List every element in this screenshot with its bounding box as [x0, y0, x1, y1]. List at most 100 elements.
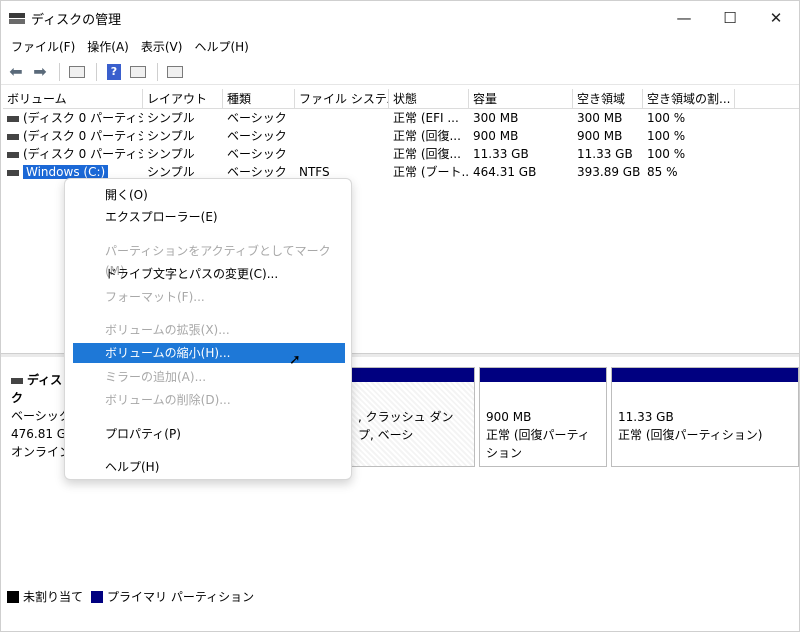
type-cell: ベーシック [227, 147, 287, 161]
column-header-layout[interactable]: レイアウト [143, 89, 223, 108]
status-cell: 正常 (EFI ... [393, 111, 459, 125]
menu-help[interactable]: ヘルプ(H) [188, 36, 254, 57]
type-cell: ベーシック [227, 111, 287, 125]
volume-cell: (ディスク 0 パーティショ... [3, 109, 143, 127]
window-title: ディスクの管理 [31, 12, 122, 28]
minimize-button[interactable]: — [661, 1, 707, 35]
column-header-free-percent[interactable]: 空き領域の割... [643, 89, 735, 108]
volume-name: (ディスク 0 パーティショ... [23, 147, 143, 161]
menu-item-format[interactable]: フォーマット(F)... [73, 287, 345, 307]
layout-cell: シンプル [147, 129, 195, 143]
status-cell: 正常 (回復... [393, 129, 461, 143]
toolbar: ⬅ ➡ ? [1, 59, 799, 85]
partition-size: 11.33 GB [618, 410, 674, 424]
table-row[interactable]: (ディスク 0 パーティショ... シンプル ベーシック 正常 (EFI ...… [3, 109, 799, 127]
properties-icon[interactable] [127, 61, 149, 83]
volume-list-icon[interactable] [66, 61, 88, 83]
toolbar-separator [59, 62, 60, 81]
volume-cell: (ディスク 0 パーティショ... [3, 145, 143, 163]
free-percent-cell: 100 % [647, 129, 686, 143]
primary-swatch [91, 590, 104, 603]
volume-icon [7, 133, 19, 140]
volume-name: (ディスク 0 パーティショ... [23, 129, 143, 143]
partition-bar [480, 368, 606, 382]
partition-status: , クラッシュ ダンプ, ベーシ [358, 410, 454, 442]
free-space-cell: 393.89 GB [577, 165, 641, 179]
menu-item-explorer[interactable]: エクスプローラー(E) [73, 207, 345, 227]
partition-bar [352, 368, 474, 382]
menu-item-extend-volume[interactable]: ボリュームの拡張(X)... [73, 320, 345, 340]
partition-recovery-11gb[interactable]: 11.33 GB 正常 (回復パーティション) [611, 367, 799, 467]
partition-size: 900 MB [486, 410, 532, 424]
capacity-cell: 900 MB [473, 129, 519, 143]
free-percent-cell: 85 % [647, 165, 678, 179]
menu-item-help[interactable]: ヘルプ(H) [73, 457, 345, 477]
menu-action[interactable]: 操作(A) [81, 36, 135, 57]
volume-name: (ディスク 0 パーティショ... [23, 111, 143, 125]
menu-bar: ファイル(F) 操作(A) 表示(V) ヘルプ(H) [1, 35, 799, 57]
disk-icon [11, 377, 23, 384]
menu-item-shrink-volume[interactable]: ボリュームの縮小(H)... [73, 343, 345, 363]
status-cell: 正常 (回復... [393, 147, 461, 161]
menu-file[interactable]: ファイル(F) [5, 36, 81, 57]
free-percent-cell: 100 % [647, 111, 686, 125]
console-icon[interactable] [164, 61, 186, 83]
mouse-cursor-icon: ➚ [289, 352, 301, 368]
volume-name-selected: Windows (C:) [23, 165, 109, 179]
disk-size: 476.81 GI [11, 427, 70, 441]
maximize-button[interactable]: ☐ [707, 1, 753, 35]
menu-item-mark-active[interactable]: パーティションをアクティブとしてマーク(M) [73, 241, 345, 278]
capacity-cell: 464.31 GB [473, 165, 537, 179]
volume-list-header: ボリューム レイアウト 種類 ファイル システム 状態 容量 空き領域 空き領域… [3, 89, 799, 109]
layout-cell: シンプル [147, 111, 195, 125]
partition-windows-c[interactable]: , クラッシュ ダンプ, ベーシ [351, 367, 475, 467]
column-header-free-space[interactable]: 空き領域 [573, 89, 643, 108]
layout-cell: シンプル [147, 147, 195, 161]
volume-icon [7, 115, 19, 122]
unallocated-swatch [7, 590, 19, 603]
partition-status: 正常 (回復パーティション) [618, 428, 763, 442]
legend-primary: プライマリ パーティション [107, 590, 255, 604]
free-space-cell: 300 MB [577, 111, 623, 125]
table-row[interactable]: (ディスク 0 パーティショ... シンプル ベーシック 正常 (回復... 1… [3, 145, 799, 163]
table-row[interactable]: (ディスク 0 パーティショ... シンプル ベーシック 正常 (回復... 9… [3, 127, 799, 145]
forward-arrow-icon[interactable]: ➡ [29, 61, 51, 83]
capacity-cell: 300 MB [473, 111, 519, 125]
legend-unallocated: 未割り当て [23, 590, 84, 604]
help-icon[interactable]: ? [103, 61, 125, 83]
back-arrow-icon[interactable]: ⬅ [5, 61, 27, 83]
column-header-status[interactable]: 状態 [389, 89, 469, 108]
filesystem-cell [295, 109, 389, 127]
volume-icon [7, 151, 19, 158]
disk-management-app-icon [9, 11, 25, 25]
status-cell: 正常 (ブート... [393, 165, 469, 179]
volume-icon [7, 169, 19, 176]
column-header-volume[interactable]: ボリューム [3, 89, 143, 108]
disk-status: オンライン [11, 445, 72, 459]
disk-type: ベーシック [11, 409, 71, 423]
type-cell: ベーシック [227, 129, 287, 143]
toolbar-separator [157, 62, 158, 81]
free-percent-cell: 100 % [647, 147, 686, 161]
legend: 未割り当て プライマリ パーティション [7, 588, 254, 605]
partition-status: 正常 (回復パーティション [486, 428, 590, 460]
capacity-cell: 11.33 GB [473, 147, 529, 161]
menu-item-delete-volume[interactable]: ボリュームの削除(D)... [73, 390, 345, 410]
menu-item-open[interactable]: 開く(O) [73, 185, 345, 205]
disk-0-label[interactable]: ディスク ベーシック 476.81 GI オンライン [11, 371, 71, 461]
menu-view[interactable]: 表示(V) [135, 36, 189, 57]
menu-item-change-drive-letter[interactable]: ドライブ文字とパスの変更(C)... [73, 264, 345, 284]
free-space-cell: 11.33 GB [577, 147, 633, 161]
column-header-type[interactable]: 種類 [223, 89, 295, 108]
menu-item-properties[interactable]: プロパティ(P) [73, 424, 345, 444]
volume-cell: (ディスク 0 パーティショ... [3, 127, 143, 145]
filesystem-cell [295, 145, 389, 163]
column-header-capacity[interactable]: 容量 [469, 89, 573, 108]
context-menu: 開く(O) エクスプローラー(E) パーティションをアクティブとしてマーク(M)… [64, 178, 352, 480]
column-header-filesystem[interactable]: ファイル システム [295, 89, 389, 108]
partition-recovery-900mb[interactable]: 900 MB 正常 (回復パーティション [479, 367, 607, 467]
toolbar-separator [96, 62, 97, 81]
title-bar: ディスクの管理 — ☐ ✕ [1, 1, 799, 35]
close-button[interactable]: ✕ [753, 1, 799, 35]
menu-item-add-mirror[interactable]: ミラーの追加(A)... [73, 367, 345, 387]
